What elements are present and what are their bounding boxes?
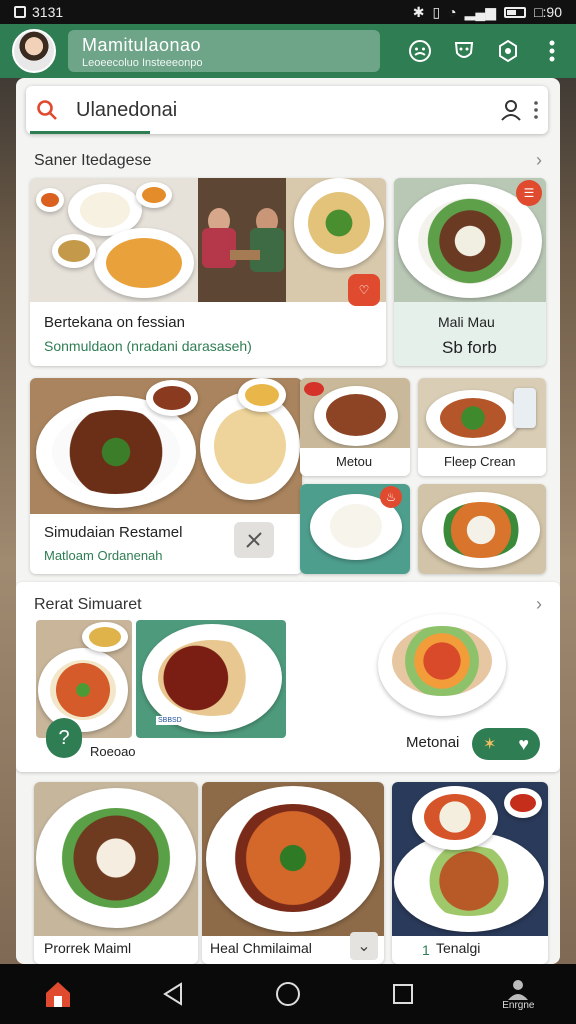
food-image xyxy=(392,782,548,936)
favorite-button[interactable]: ✶ ♥ xyxy=(472,728,540,760)
emblem-icon: ✶ xyxy=(482,736,497,753)
dish-name: Roeoao xyxy=(90,744,136,759)
bluetooth-icon: ✱ xyxy=(412,3,425,20)
status-time: 3131 xyxy=(32,4,64,20)
card-title: Simudaian Restamel xyxy=(44,524,183,541)
profile-button[interactable]: Enrgne xyxy=(498,974,538,1014)
app-subtitle: Leoeecoluo Insteeeonpo xyxy=(82,57,203,69)
square-icon xyxy=(393,984,414,1004)
app-header: Mamitulaonao Leoeecoluo Insteeeonpo xyxy=(0,24,576,78)
dish-card[interactable]: Heal Chmilaimal ⌄ xyxy=(202,782,384,964)
battery-icon xyxy=(504,6,527,18)
home-icon xyxy=(45,982,70,1007)
badge-icon: ☰ xyxy=(516,180,542,206)
section-title: Rerat Simuaret xyxy=(34,596,142,613)
dish-name: Tenalgi xyxy=(436,940,481,956)
home-circle-button[interactable] xyxy=(268,974,308,1014)
dish-card[interactable]: Fleep Crean xyxy=(418,378,546,476)
food-image xyxy=(30,178,198,302)
search-underline xyxy=(30,131,150,134)
food-image xyxy=(202,782,384,936)
status-bar: 3131 ✱ ▯ ◔ ▂▄▆ □:90 xyxy=(0,0,576,24)
vibrate-icon: ▯ xyxy=(432,3,441,20)
dish-name: Mali Mau xyxy=(438,314,495,330)
chevron-right-icon[interactable]: › xyxy=(536,150,542,171)
signal-icon: ▂▄▆ xyxy=(464,3,497,20)
food-image xyxy=(36,620,132,738)
notification-icon xyxy=(14,6,26,18)
food-image xyxy=(30,378,302,514)
section-card: Rerat Simuaret › ? Roeoao SBBSD Metonai … xyxy=(16,582,560,772)
dish-card[interactable]: 1 Tenalgi xyxy=(392,782,548,964)
back-button[interactable] xyxy=(153,974,193,1014)
search-bar[interactable]: Ulanedonai xyxy=(26,86,548,134)
share-icon[interactable] xyxy=(234,522,274,558)
navigation-bar: Enrgne xyxy=(0,964,576,1024)
heart-badge-icon[interactable]: ♡ xyxy=(348,274,380,306)
dish-card[interactable] xyxy=(418,484,546,574)
dish-card[interactable]: Metou xyxy=(300,378,410,476)
user-icon[interactable] xyxy=(500,99,522,121)
circle-icon xyxy=(275,982,300,1006)
face-icon[interactable] xyxy=(408,39,432,63)
more-vert-icon[interactable] xyxy=(540,39,564,63)
chevron-right-icon[interactable]: › xyxy=(536,594,542,615)
more-icon[interactable] xyxy=(534,101,538,119)
home-button[interactable] xyxy=(38,974,78,1014)
dish-name: Fleep Crean xyxy=(444,454,516,469)
dish-name: Metonai xyxy=(406,734,460,751)
section-title: Saner Itedagese xyxy=(34,152,152,169)
rank-number: 1 xyxy=(422,942,430,958)
dish-name: Heal Chmilaimal xyxy=(210,940,312,956)
food-image xyxy=(418,484,546,574)
food-image: SBBSD xyxy=(136,620,286,738)
profile-icon xyxy=(508,979,529,1000)
mask-icon[interactable] xyxy=(452,39,476,63)
dish-card[interactable]: ♨ xyxy=(300,484,410,574)
badge-icon: ? xyxy=(46,718,82,758)
food-image xyxy=(418,378,546,448)
profile-label: Enrgne xyxy=(502,999,535,1011)
wifi-icon: ◔ xyxy=(448,4,457,20)
settings-icon[interactable] xyxy=(496,39,520,63)
card-subtitle: Matloam Ordanenah xyxy=(44,548,163,563)
dish-card[interactable]: ☰ Mali Mau Sb forb xyxy=(394,178,546,366)
app-title: Mamitulaonao xyxy=(82,35,202,55)
food-image xyxy=(34,782,198,936)
tag-badge: SBBSD xyxy=(156,716,184,725)
status-clock: □:90 xyxy=(534,4,562,20)
avatar[interactable] xyxy=(12,29,56,73)
chevron-down-icon[interactable]: ⌄ xyxy=(350,932,378,960)
food-image xyxy=(300,378,410,448)
card-title: Bertekana on fessian xyxy=(44,314,185,331)
card-subtitle: Sonmuldaon (nradani darasaseh) xyxy=(44,338,252,354)
badge-icon: ♨ xyxy=(380,486,402,508)
restaurant-photo xyxy=(198,178,286,302)
main-content: Ulanedonai Saner Itedagese › ♡ Bertekana… xyxy=(16,78,560,964)
search-input[interactable]: Ulanedonai xyxy=(76,99,177,122)
food-bowl-image xyxy=(378,614,506,716)
recents-button[interactable] xyxy=(383,974,423,1014)
search-icon[interactable] xyxy=(36,99,58,121)
heart-icon: ♥ xyxy=(518,733,530,754)
restaurant-card[interactable]: Simudaian Restamel Matloam Ordanenah xyxy=(30,378,302,574)
dish-card[interactable]: Prorrek Maiml xyxy=(34,782,198,964)
back-icon xyxy=(162,982,182,1006)
header-title-box[interactable]: Mamitulaonao Leoeecoluo Insteeeonpo xyxy=(68,30,380,72)
dish-name: Metou xyxy=(336,454,373,469)
dish-name: Prorrek Maiml xyxy=(44,940,132,956)
dish-price: Sb forb xyxy=(442,338,497,357)
restaurant-card[interactable]: ♡ Bertekana on fessian Sonmuldaon (nrada… xyxy=(30,178,386,366)
